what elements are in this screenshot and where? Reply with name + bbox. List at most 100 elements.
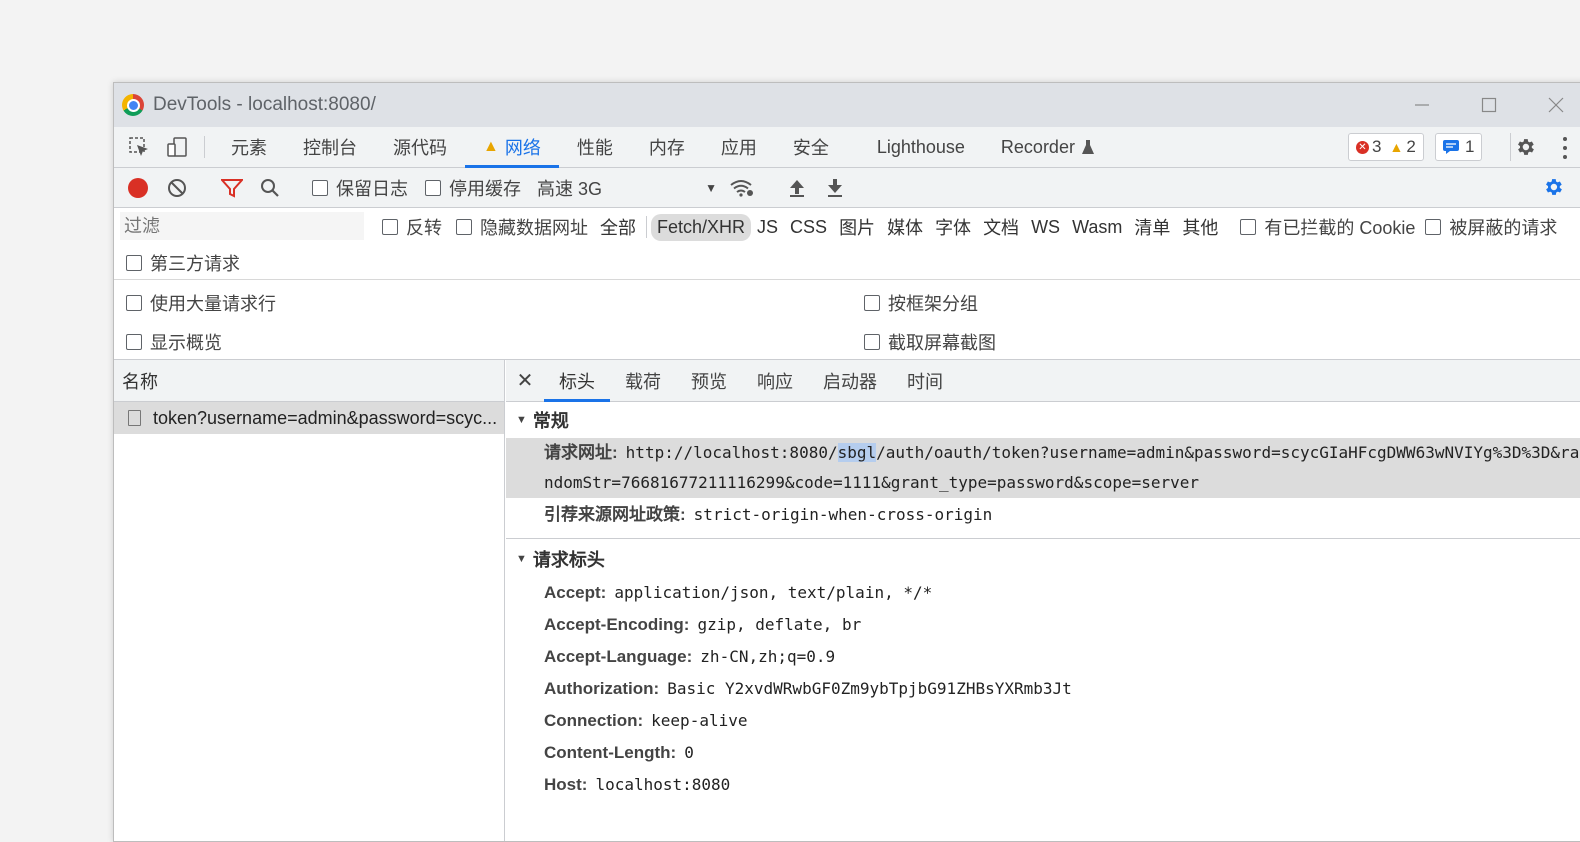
tab-recorder[interactable]: Recorder (983, 127, 1099, 167)
blocked-requests-checkbox[interactable]: 被屏蔽的请求 (1425, 214, 1557, 240)
tab-console[interactable]: 控制台 (285, 127, 375, 167)
tab-sources[interactable]: 源代码 (375, 127, 465, 167)
filter-type-manifest[interactable]: 清单 (1128, 211, 1176, 243)
filter-type-js[interactable]: JS (751, 214, 784, 241)
filter-options-row: 反转 隐藏数据网址 全部 Fetch/XHR JS CSS 图片 媒体 字体 文… (382, 212, 1557, 242)
filter-type-wasm[interactable]: Wasm (1066, 214, 1128, 241)
filter-toggle-button[interactable] (213, 168, 251, 207)
checkbox-box[interactable] (382, 219, 398, 235)
tab-elements[interactable]: 元素 (213, 127, 285, 167)
maximize-icon (1481, 97, 1496, 113)
request-row[interactable]: token?username=admin&password=scyc... (114, 402, 504, 434)
filter-input[interactable] (120, 212, 364, 240)
network-settings-button[interactable] (1542, 176, 1566, 200)
tab-application[interactable]: 应用 (703, 127, 775, 167)
import-har-button[interactable] (778, 168, 816, 207)
name-column-header[interactable]: 名称 (114, 360, 504, 402)
checkbox-box[interactable] (1425, 219, 1442, 235)
filter-type-font[interactable]: 字体 (929, 211, 977, 243)
search-button[interactable] (251, 168, 289, 207)
kebab-dot-icon (1563, 145, 1567, 150)
upload-icon (790, 179, 804, 197)
general-section-header[interactable]: ▼ 常规 (506, 402, 1580, 438)
header-row: Authorization: Basic Y2xvdWRwbGF0Zm9ybTpj… (506, 673, 1580, 705)
checkbox-box[interactable] (864, 334, 880, 350)
more-options-button[interactable] (1560, 135, 1570, 161)
filter-bar: 反转 隐藏数据网址 全部 Fetch/XHR JS CSS 图片 媒体 字体 文… (114, 208, 1580, 280)
request-url-row: 请求网址: http://localhost:8080/sbgl/auth/oau… (506, 438, 1580, 498)
tab-performance[interactable]: 性能 (559, 127, 631, 167)
request-list-pane: 名称 token?username=admin&password=scyc... (114, 360, 505, 841)
filter-type-doc[interactable]: 文档 (977, 211, 1025, 243)
filter-type-other[interactable]: 其他 (1176, 211, 1224, 243)
preserve-log-checkbox[interactable]: 保留日志 (312, 175, 408, 201)
checkbox-box[interactable] (312, 179, 328, 196)
tab-response[interactable]: 响应 (742, 360, 808, 401)
export-har-button[interactable] (816, 168, 854, 207)
filter-type-fetch-xhr[interactable]: Fetch/XHR (651, 213, 752, 241)
checkbox-box[interactable] (126, 334, 142, 350)
checkbox-box[interactable] (126, 295, 142, 311)
capture-screenshots-label: 截取屏幕截图 (888, 333, 996, 353)
filter-type-media[interactable]: 媒体 (881, 211, 929, 243)
close-details-button[interactable]: ✕ (506, 360, 544, 401)
tab-preview[interactable]: 预览 (676, 360, 742, 401)
filter-type-img[interactable]: 图片 (833, 211, 881, 243)
header-value: 0 (684, 743, 694, 762)
wifi-settings-icon (730, 179, 753, 197)
capture-screenshots-checkbox[interactable]: 截取屏幕截图 (864, 329, 996, 355)
blocked-cookies-checkbox[interactable]: 有已拦截的 Cookie (1240, 214, 1415, 240)
invert-checkbox[interactable]: 反转 (382, 214, 442, 240)
large-rows-checkbox[interactable]: 使用大量请求行 (126, 290, 276, 316)
header-row: Accept: application/json, text/plain, */* (506, 577, 1580, 609)
tab-timing[interactable]: 时间 (892, 360, 958, 401)
checkbox-box[interactable] (456, 219, 472, 235)
tab-network-label: 网络 (504, 138, 541, 158)
clear-button[interactable] (158, 168, 196, 207)
issues-counter[interactable]: ✕ 3 ▲ 2 (1348, 133, 1424, 161)
checkbox-box[interactable] (864, 295, 880, 311)
checkbox-box[interactable] (1240, 219, 1257, 235)
inspect-cursor-icon (129, 137, 148, 156)
request-headers-section-header[interactable]: ▼ 请求标头 (506, 541, 1580, 577)
group-by-frame-checkbox[interactable]: 按框架分组 (864, 290, 978, 316)
maximize-button[interactable] (1455, 83, 1522, 127)
disable-cache-checkbox[interactable]: 停用缓存 (425, 175, 521, 201)
gear-icon (1518, 139, 1534, 155)
header-value: Basic Y2xvdWRwbGF0Zm9ybTpjbG91ZHBsYXRmb3… (667, 679, 1072, 698)
record-button[interactable] (128, 177, 148, 198)
gear-icon (1546, 179, 1562, 195)
device-toolbar-button[interactable] (158, 127, 196, 167)
messages-counter[interactable]: 1 (1435, 133, 1483, 161)
header-value: application/json, text/plain, */* (614, 583, 933, 602)
tab-payload[interactable]: 载荷 (610, 360, 676, 401)
hide-data-urls-checkbox[interactable]: 隐藏数据网址 (456, 214, 588, 240)
filter-type-css[interactable]: CSS (784, 214, 833, 241)
close-window-button[interactable] (1522, 83, 1580, 127)
filter-type-ws[interactable]: WS (1025, 214, 1066, 241)
tab-headers[interactable]: 标头 (544, 360, 610, 402)
third-party-checkbox[interactable]: 第三方请求 (126, 250, 240, 276)
throttling-select[interactable]: 高速 3G ▼ (537, 175, 717, 201)
inspect-element-button[interactable] (120, 127, 158, 167)
show-overview-checkbox[interactable]: 显示概览 (126, 329, 222, 355)
tab-memory[interactable]: 内存 (631, 127, 703, 167)
tab-network[interactable]: ▲ 网络 (465, 127, 559, 168)
minimize-icon (1414, 104, 1429, 106)
flask-icon (1081, 140, 1094, 154)
third-party-label: 第三方请求 (150, 254, 240, 274)
chevron-down-icon: ▼ (705, 180, 717, 195)
minimize-button[interactable] (1388, 83, 1455, 127)
disable-cache-label: 停用缓存 (449, 178, 521, 199)
checkbox-box[interactable] (425, 179, 441, 196)
tab-security[interactable]: 安全 (775, 127, 847, 167)
title-bar: DevTools - localhost:8080/ (114, 83, 1580, 127)
settings-button[interactable] (1511, 133, 1539, 161)
tab-lighthouse[interactable]: Lighthouse (859, 127, 983, 167)
throttling-value: 高速 3G (537, 178, 603, 199)
checkbox-box[interactable] (126, 255, 142, 271)
hide-data-urls-label: 隐藏数据网址 (480, 218, 588, 238)
network-conditions-button[interactable] (723, 168, 761, 207)
tab-initiator[interactable]: 启动器 (808, 360, 892, 401)
filter-type-all[interactable]: 全部 (594, 211, 642, 243)
